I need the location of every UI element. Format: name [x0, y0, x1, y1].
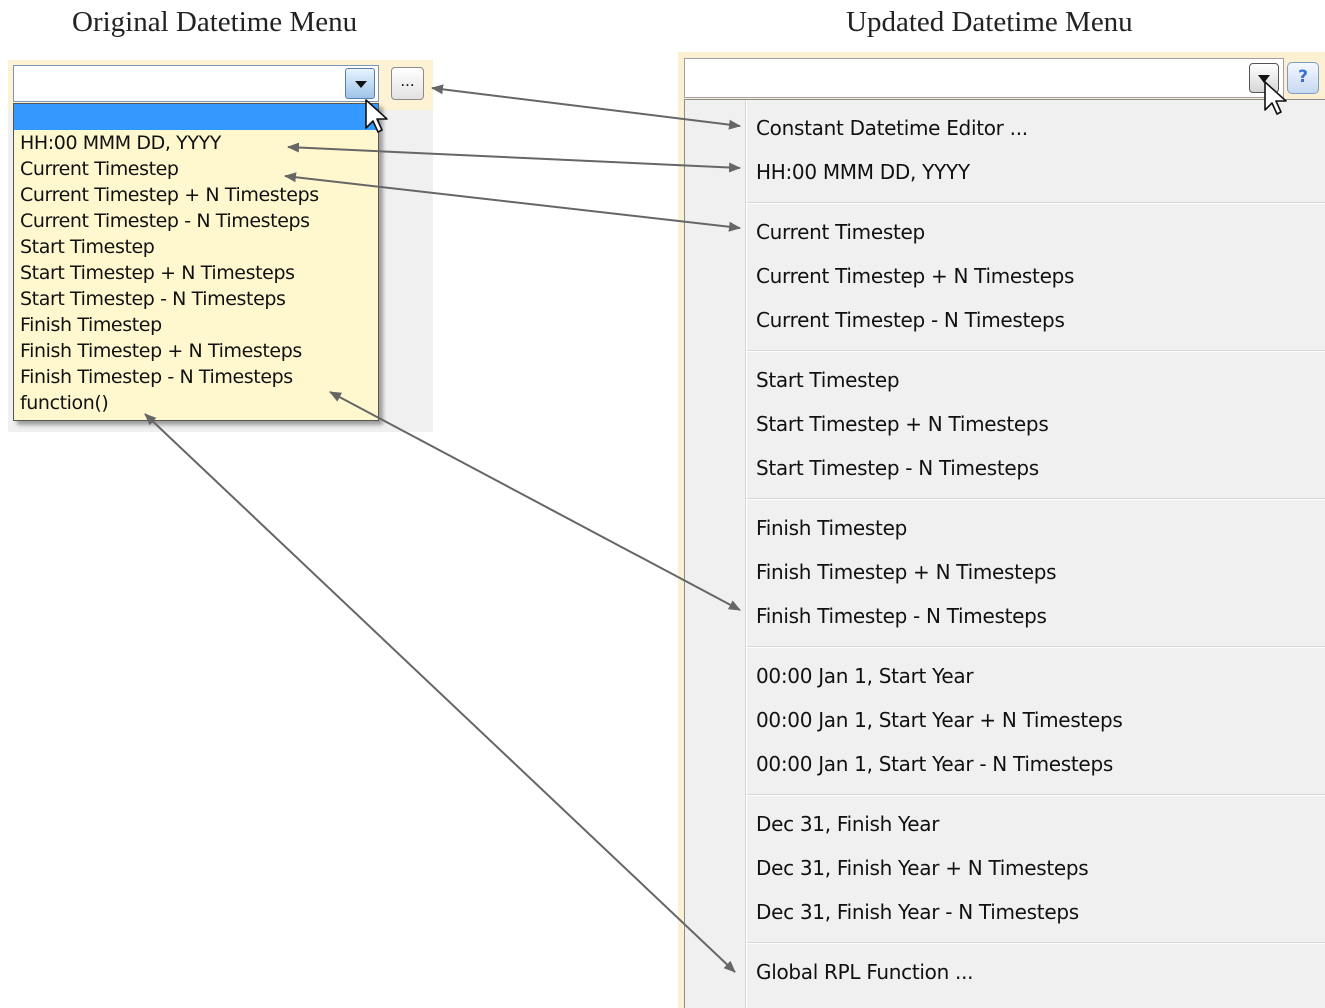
arrow-ellipsis-to-constant-editor — [431, 84, 741, 130]
arrow-current-to-current — [284, 172, 741, 232]
arrow-finish-minus-to-finish-minus — [329, 391, 741, 611]
comparison-arrows — [144, 84, 741, 973]
arrow-function-to-global-rpl — [144, 413, 736, 973]
arrow-hh00-to-hh00 — [287, 142, 741, 173]
